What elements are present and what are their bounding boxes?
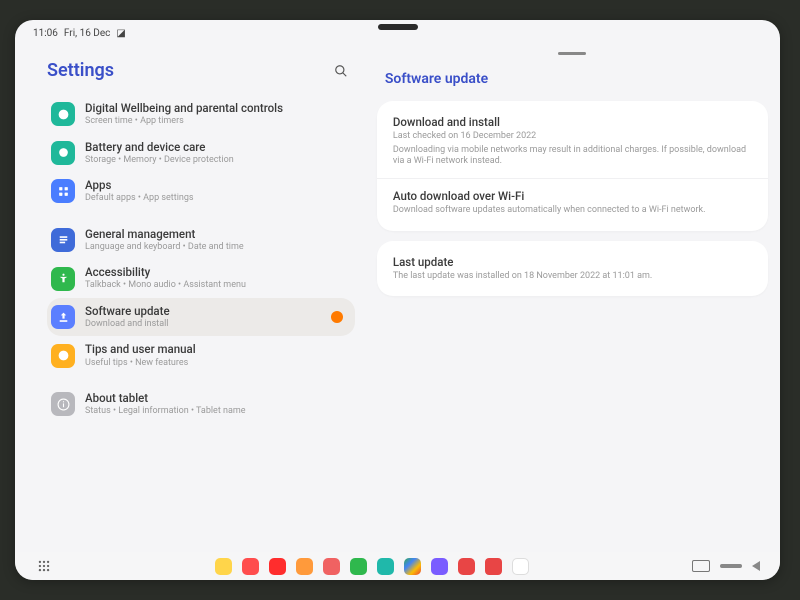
- general-icon: [51, 228, 75, 252]
- nav-home-icon[interactable]: [720, 564, 742, 568]
- camera-notch: [378, 24, 418, 30]
- sidebar-item-sub: Storage • Memory • Device protection: [85, 155, 234, 165]
- sidebar-item-digital-wellbeing[interactable]: Digital Wellbeing and parental controls …: [47, 95, 355, 134]
- sidebar-item-tips[interactable]: Tips and user manual Useful tips • New f…: [47, 336, 355, 375]
- status-bar: 11:06 Fri, 16 Dec ◪: [15, 20, 780, 40]
- sidebar-item-label: Digital Wellbeing and parental controls: [85, 102, 283, 115]
- sidebar-item-label: Software update: [85, 305, 170, 318]
- search-icon[interactable]: [333, 63, 349, 79]
- status-icon: ◪: [116, 28, 125, 39]
- software-update-icon: [51, 305, 75, 329]
- sidebar-item-label: Tips and user manual: [85, 343, 196, 356]
- dock-app-icon[interactable]: [296, 558, 313, 575]
- drag-handle[interactable]: [558, 52, 586, 55]
- sidebar-item-sub: Status • Legal information • Tablet name: [85, 406, 246, 416]
- sidebar-item-apps[interactable]: Apps Default apps • App settings: [47, 172, 355, 211]
- dock-app-icon[interactable]: [404, 558, 421, 575]
- sidebar-item-label: About tablet: [85, 392, 246, 405]
- last-update-item[interactable]: Last update The last update was installe…: [377, 245, 768, 293]
- sidebar-item-accessibility[interactable]: Accessibility Talkback • Mono audio • As…: [47, 259, 355, 298]
- tips-icon: [51, 344, 75, 368]
- card-sub: Downloading via mobile networks may resu…: [393, 145, 752, 168]
- update-card: Download and install Last checked on 16 …: [377, 101, 768, 231]
- apps-drawer-icon[interactable]: [35, 558, 52, 575]
- download-install-item[interactable]: Download and install Last checked on 16 …: [377, 105, 768, 178]
- card-sub: The last update was installed on 18 Nove…: [393, 271, 752, 283]
- sidebar-item-sub: Default apps • App settings: [85, 193, 194, 203]
- last-update-card: Last update The last update was installe…: [377, 241, 768, 297]
- detail-pane: Software update Download and install Las…: [367, 40, 780, 552]
- settings-title: Settings: [47, 60, 114, 81]
- update-badge: [331, 311, 343, 323]
- nav-back-icon[interactable]: [752, 561, 760, 571]
- sidebar-item-sub: Talkback • Mono audio • Assistant menu: [85, 280, 246, 290]
- dock-app-icon[interactable]: [377, 558, 394, 575]
- sidebar-item-label: Apps: [85, 179, 194, 192]
- status-date: Fri, 16 Dec: [64, 28, 111, 39]
- page-title: Software update: [377, 65, 768, 101]
- sidebar-item-sub: Language and keyboard • Date and time: [85, 242, 244, 252]
- dock-app-icon[interactable]: [512, 558, 529, 575]
- dock-app-icon[interactable]: [485, 558, 502, 575]
- dock: [15, 552, 780, 580]
- sidebar-item-software-update[interactable]: Software update Download and install: [47, 298, 355, 337]
- dock-app-icon[interactable]: [242, 558, 259, 575]
- settings-menu: Digital Wellbeing and parental controls …: [41, 95, 361, 424]
- auto-download-item[interactable]: Auto download over Wi-Fi Download softwa…: [377, 178, 768, 227]
- device-frame: 11:06 Fri, 16 Dec ◪ Settings Digital Wel…: [15, 20, 780, 580]
- dock-app-icon[interactable]: [215, 558, 232, 575]
- accessibility-icon: [51, 267, 75, 291]
- dock-app-icon[interactable]: [269, 558, 286, 575]
- card-sub: Last checked on 16 December 2022: [393, 131, 752, 143]
- settings-sidebar: Settings Digital Wellbeing and parental …: [15, 40, 367, 552]
- card-title: Last update: [393, 255, 752, 269]
- sidebar-item-label: General management: [85, 228, 244, 241]
- sidebar-item-about-tablet[interactable]: About tablet Status • Legal information …: [47, 385, 355, 424]
- info-icon: [51, 392, 75, 416]
- status-time: 11:06: [33, 28, 58, 39]
- card-sub: Download software updates automatically …: [393, 205, 752, 217]
- card-title: Auto download over Wi-Fi: [393, 189, 752, 203]
- sidebar-item-label: Battery and device care: [85, 141, 234, 154]
- card-title: Download and install: [393, 115, 752, 129]
- sidebar-item-label: Accessibility: [85, 266, 246, 279]
- settings-header: Settings: [41, 50, 361, 95]
- wellbeing-icon: [51, 102, 75, 126]
- sidebar-item-sub: Download and install: [85, 319, 170, 329]
- dock-app-icon[interactable]: [458, 558, 475, 575]
- content: Settings Digital Wellbeing and parental …: [15, 40, 780, 552]
- apps-icon: [51, 179, 75, 203]
- battery-icon: [51, 141, 75, 165]
- sidebar-item-sub: Screen time • App timers: [85, 116, 283, 126]
- sidebar-item-general-management[interactable]: General management Language and keyboard…: [47, 221, 355, 260]
- dock-app-icon[interactable]: [350, 558, 367, 575]
- sidebar-item-battery[interactable]: Battery and device care Storage • Memory…: [47, 134, 355, 173]
- dock-app-icon[interactable]: [323, 558, 340, 575]
- dock-app-icon[interactable]: [431, 558, 448, 575]
- sidebar-item-sub: Useful tips • New features: [85, 358, 196, 368]
- nav-recents-icon[interactable]: [692, 560, 710, 572]
